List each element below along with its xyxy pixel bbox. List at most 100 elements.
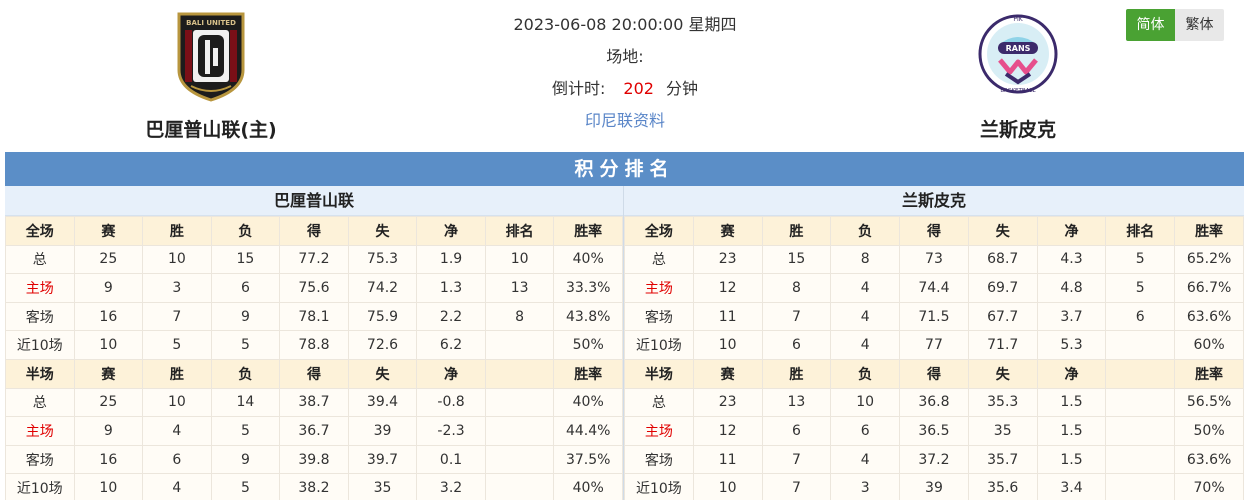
table-row: 主场 9 4 5 36.7 39 -2.3 44.4% — [5, 416, 623, 446]
table-cell: 40% — [553, 473, 623, 500]
row-label: 总 — [5, 244, 75, 275]
row-label: 客场 — [624, 444, 694, 475]
rans-pik-logo-icon: PIK RANS BASKETBALL — [978, 14, 1058, 94]
table-cell: 16 — [73, 444, 144, 475]
table-cell: 65.2% — [1174, 244, 1244, 275]
table-cell: 50% — [553, 330, 623, 360]
table-cell: 4 — [830, 444, 901, 475]
home-team-name: 巴厘普山联(主) — [145, 119, 277, 141]
table-cell: 15 — [761, 244, 832, 275]
table-cell: 10 — [73, 473, 144, 500]
row-label: 主场 — [624, 273, 694, 303]
table-cell: 7 — [761, 301, 832, 332]
table-cell: 得 — [899, 358, 969, 389]
table-cell: 胜 — [142, 358, 212, 389]
row-label: 客场 — [624, 301, 694, 332]
table-row: 总 25 10 15 77.2 75.3 1.9 10 40% — [5, 244, 623, 275]
row-label: 近10场 — [624, 473, 694, 500]
table-cell — [484, 473, 555, 500]
svg-text:PIK: PIK — [1013, 16, 1023, 23]
table-cell: 78.8 — [279, 330, 349, 360]
table-cell: 11 — [692, 301, 763, 332]
countdown: 倒计时: 202 分钟 — [470, 76, 780, 108]
table-cell: 10 — [830, 387, 901, 418]
away-standings: 兰斯皮克 全场赛胜负得失净排名 胜率总 23 15 8 73 68.7 4.3 5 65.2% 主场… — [624, 186, 1244, 500]
table-cell: 9 — [210, 301, 281, 332]
table-cell: 胜 — [761, 358, 832, 389]
table-cell: 23 — [692, 387, 763, 418]
table-cell: -0.8 — [416, 387, 486, 418]
table-cell: 71.7 — [967, 330, 1038, 360]
row-label: 近10场 — [5, 330, 75, 360]
table-cell: 35 — [347, 473, 418, 500]
table-cell: 净 — [416, 358, 486, 389]
table-row: 主场 9 3 6 75.6 74.2 1.3 13 33.3% — [5, 273, 623, 303]
home-team: BALI UNITED 巴厘普山联(主) — [91, 8, 331, 142]
table-cell: 36.8 — [899, 387, 969, 418]
table-cell — [484, 387, 555, 418]
table-cell: 16 — [73, 301, 144, 332]
table-cell: 负 — [830, 358, 901, 389]
table-cell: 35.3 — [967, 387, 1038, 418]
row-label: 总 — [624, 244, 694, 275]
table-cell: 10 — [692, 473, 763, 500]
table-cell — [1105, 387, 1176, 418]
table-cell: 1.3 — [416, 273, 486, 303]
standings-title: 积分排名 — [5, 152, 1244, 186]
table-cell: 77 — [899, 330, 969, 360]
table-cell: 5 — [210, 330, 281, 360]
table-cell: 12 — [692, 416, 763, 446]
table-cell: 56.5% — [1174, 387, 1244, 418]
table-cell: 74.2 — [347, 273, 418, 303]
simplified-chinese-button[interactable]: 简体 — [1126, 9, 1175, 41]
table-cell: 14 — [210, 387, 281, 418]
table-cell: 5 — [1105, 273, 1176, 303]
table-cell: 40% — [553, 387, 623, 418]
table-cell: 10 — [484, 244, 555, 275]
table-cell: 3 — [830, 473, 901, 500]
table-cell: 11 — [692, 444, 763, 475]
table-cell: 9 — [73, 416, 144, 446]
row-label: 近10场 — [5, 473, 75, 500]
table-cell: 负 — [210, 216, 281, 246]
table-cell: 73 — [899, 244, 969, 275]
row-label: 近10场 — [624, 330, 694, 360]
table-cell: 63.6% — [1174, 444, 1244, 475]
table-cell: 36.5 — [899, 416, 969, 446]
table-cell: 9 — [210, 444, 281, 475]
full-match-header-row: 全场赛胜负得失净排名 胜率 — [5, 216, 623, 246]
table-cell: 75.9 — [347, 301, 418, 332]
table-cell: 4.3 — [1036, 244, 1107, 275]
table-cell — [484, 358, 555, 389]
table-cell: 6 — [210, 273, 281, 303]
table-cell: 6 — [761, 330, 832, 360]
table-cell: 8 — [484, 301, 555, 332]
table-cell: 15 — [210, 244, 281, 275]
countdown-value: 202 — [623, 79, 654, 98]
table-cell: 4 — [830, 301, 901, 332]
table-cell: 5 — [142, 330, 212, 360]
table-cell: 赛 — [692, 358, 763, 389]
table-cell: 得 — [279, 358, 349, 389]
table-cell: 10 — [73, 330, 144, 360]
table-row: 主场 12 6 6 36.5 35 1.5 50% — [624, 416, 1244, 446]
table-cell: 39 — [899, 473, 969, 500]
table-cell: 37.5% — [553, 444, 623, 475]
table-row: 近10场 10 6 4 77 71.7 5.3 60% — [624, 330, 1244, 360]
table-cell: 37.2 — [899, 444, 969, 475]
table-cell: 39.7 — [347, 444, 418, 475]
table-cell: 0.1 — [416, 444, 486, 475]
table-row: 主场 12 8 4 74.4 69.7 4.8 5 66.7% — [624, 273, 1244, 303]
table-cell: 3.2 — [416, 473, 486, 500]
away-team: PIK RANS BASKETBALL 兰斯皮克 — [898, 8, 1138, 142]
league-info-link[interactable]: 印尼联资料 — [585, 111, 665, 130]
svg-text:BASKETBALL: BASKETBALL — [1000, 88, 1036, 94]
table-cell: 净 — [1036, 216, 1107, 246]
countdown-label: 倒计时: — [552, 79, 606, 98]
table-cell: 6 — [761, 416, 832, 446]
traditional-chinese-button[interactable]: 繁体 — [1175, 9, 1224, 41]
table-cell: 38.7 — [279, 387, 349, 418]
table-cell: 35 — [967, 416, 1038, 446]
venue: 场地: — [606, 47, 644, 66]
table-cell: 4 — [830, 330, 901, 360]
